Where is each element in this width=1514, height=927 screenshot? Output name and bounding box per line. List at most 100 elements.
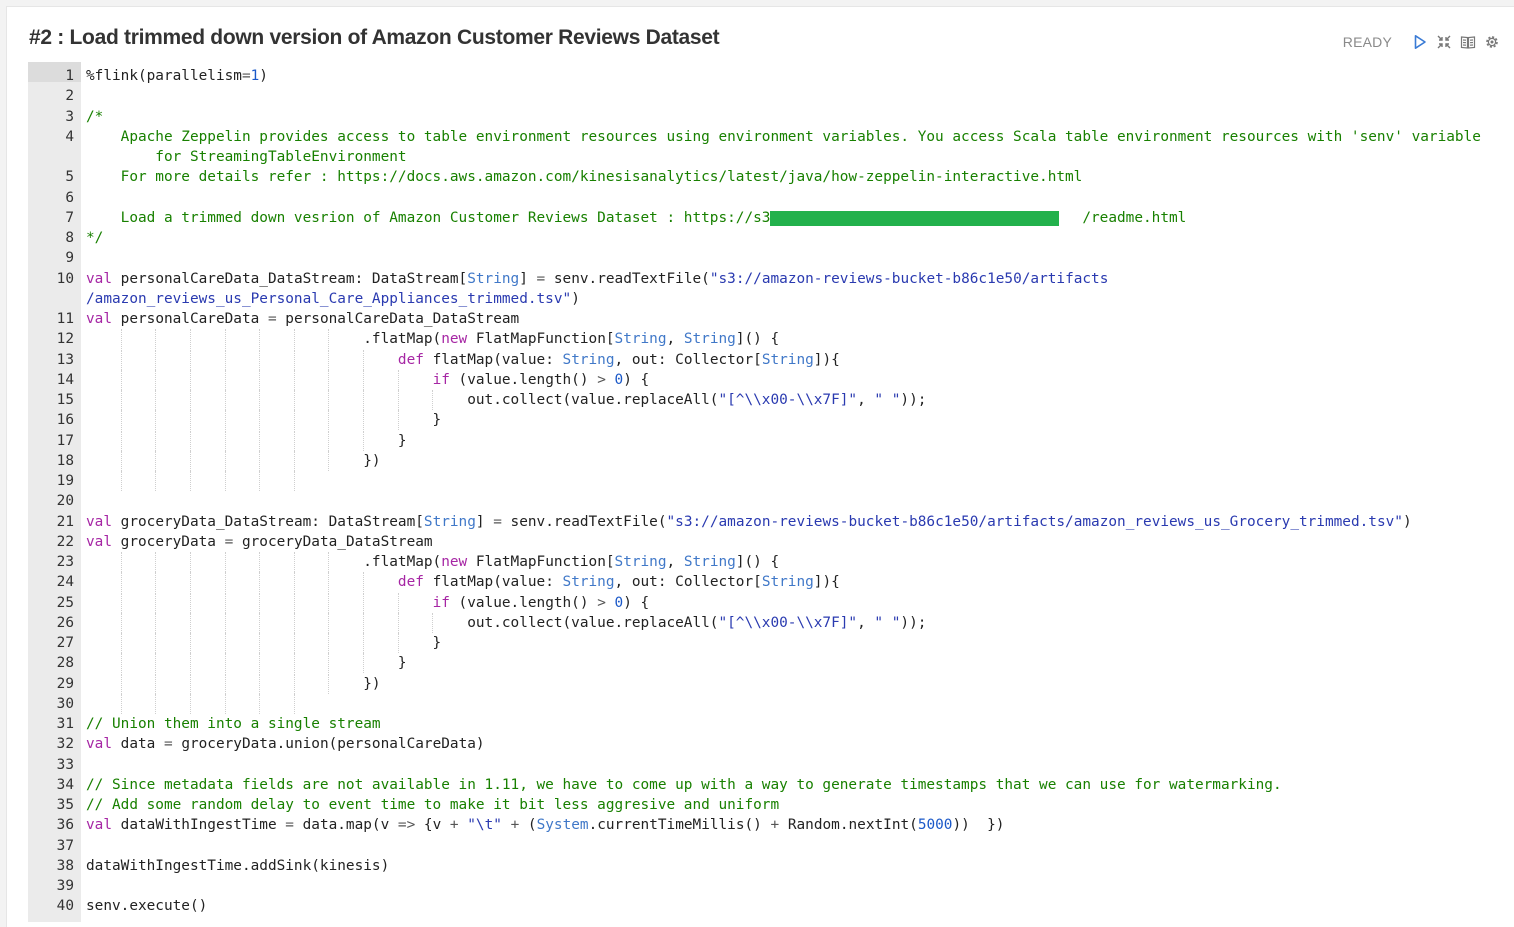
- code-text: if (value.length() > 0) {: [86, 593, 650, 613]
- code-token: "s3://amazon-reviews-bucket-b86c1e50/art…: [666, 513, 1403, 530]
- code-token: "[^\\x00-\\x7F]": [718, 392, 858, 408]
- code-text: }): [86, 674, 380, 694]
- line-number: 30: [56, 695, 74, 712]
- code-token: =: [536, 270, 546, 287]
- code-line[interactable]: 28 }: [28, 653, 1511, 674]
- code-line[interactable]: 31 // Union them into a single stream: [28, 714, 1511, 734]
- code-line[interactable]: 26 out.collect(value.replaceAll("[^\\x00…: [28, 612, 1511, 633]
- code-token: groceryData: [112, 533, 225, 550]
- code-line[interactable]: 12 .flatMap(new FlatMapFunction[String, …: [28, 329, 1511, 350]
- indent-guide: [189, 390, 191, 410]
- indent-guide: [293, 693, 295, 714]
- code-line[interactable]: 10 val personalCareData_DataStream: DataS…: [28, 269, 1511, 310]
- code-line[interactable]: 2: [28, 86, 1511, 106]
- indent-guide: [189, 612, 191, 633]
- code-line[interactable]: 4 Apache Zeppelin provides access to tab…: [28, 127, 1511, 168]
- indent-guide: [363, 592, 365, 613]
- code-line[interactable]: 38 dataWithIngestTime.addSink(kinesis): [28, 856, 1511, 876]
- code-line[interactable]: 13 def flatMap(value: String, out: Colle…: [28, 349, 1511, 370]
- code-token: flatMap(value:: [423, 574, 563, 591]
- code-text: Apache Zeppelin provides access to table…: [86, 127, 1481, 167]
- code-editor[interactable]: 1 %flink(parallelism=1) 2 3/* 4 Apache Zeppe…: [28, 62, 1511, 922]
- code-line[interactable]: 27 }: [28, 633, 1511, 653]
- code-text: def flatMap(value: String, out: Collecto…: [86, 350, 840, 370]
- indent-guide: [432, 612, 434, 633]
- code-text: }): [86, 451, 380, 471]
- code-line[interactable]: 39: [28, 876, 1511, 896]
- code-text: out.collect(value.replaceAll("[^\\x00-\\…: [86, 613, 926, 633]
- paragraph-title[interactable]: #2 : Load trimmed down version of Amazon…: [29, 26, 720, 50]
- code-token: def: [397, 574, 424, 591]
- code-token: dataWithIngestTime: [112, 817, 286, 834]
- gear-icon[interactable]: [1484, 34, 1500, 50]
- code-token: ]() {: [735, 554, 780, 570]
- code-token: data: [112, 736, 164, 753]
- code-token: ) {: [623, 594, 650, 611]
- code-token: " ": [874, 614, 901, 631]
- code-line[interactable]: 9: [28, 248, 1511, 268]
- indent-guide: [328, 430, 330, 451]
- code-line[interactable]: 34 // Since metadata fields are not avail…: [28, 775, 1511, 795]
- indent-guide: [293, 450, 295, 471]
- code-token: ]() {: [735, 331, 780, 348]
- code-token: ,: [666, 331, 684, 348]
- indent-guide: [189, 552, 191, 572]
- code-line[interactable]: 35 // Add some random delay to event time…: [28, 795, 1511, 815]
- line-number: 36: [56, 817, 74, 834]
- code-line[interactable]: 24 def flatMap(value: String, out: Colle…: [28, 572, 1511, 593]
- code-token: )) }): [952, 817, 1005, 834]
- code-line[interactable]: 18 }): [28, 450, 1511, 471]
- code-token: (value.length(): [449, 594, 598, 611]
- indent-guide: [259, 349, 261, 370]
- code-line[interactable]: 11 val personalCareData = personalCareDat…: [28, 309, 1511, 329]
- code-line[interactable]: 32 val data = groceryData.union(personalC…: [28, 734, 1511, 754]
- book-icon[interactable]: [1460, 34, 1476, 50]
- code-line[interactable]: 36 val dataWithIngestTime = data.map(v =>…: [28, 815, 1511, 835]
- indent-guide: [259, 673, 261, 694]
- code-token: new: [441, 554, 468, 570]
- code-line[interactable]: 16 }: [28, 410, 1511, 431]
- code-line[interactable]: 17 }: [28, 430, 1511, 451]
- run-icon[interactable]: [1412, 34, 1428, 50]
- code-line[interactable]: 14 if (value.length() > 0) {: [28, 369, 1511, 390]
- code-line[interactable]: 37: [28, 836, 1511, 856]
- code-line[interactable]: 25 if (value.length() > 0) {: [28, 592, 1511, 613]
- code-token: data.map(v: [293, 817, 398, 834]
- code-line[interactable]: 40 senv.execute(): [28, 896, 1511, 916]
- code-token: .flatMap(: [86, 554, 442, 570]
- code-token: 1: [250, 68, 260, 84]
- code-line[interactable]: 1 %flink(parallelism=1): [28, 66, 1511, 86]
- code-line[interactable]: 21 val groceryData_DataStream: DataStream…: [28, 512, 1511, 532]
- indent-guide: [224, 572, 226, 593]
- line-number: 16: [56, 412, 74, 429]
- code-line[interactable]: 33: [28, 755, 1511, 775]
- code-line[interactable]: 23 .flatMap(new FlatMapFunction[String, …: [28, 552, 1511, 572]
- code-text: }: [86, 431, 407, 451]
- code-line[interactable]: 15 out.collect(value.replaceAll("[^\\x00…: [28, 390, 1511, 410]
- collapse-icon[interactable]: [1436, 34, 1452, 50]
- code-line[interactable]: 19: [28, 471, 1511, 491]
- indent-guide: [155, 633, 157, 653]
- code-token: .currentTimeMillis(): [588, 817, 771, 834]
- code-line[interactable]: 20: [28, 491, 1511, 511]
- indent-guide: [328, 673, 330, 694]
- code-line[interactable]: 8 */: [28, 228, 1511, 248]
- code-line[interactable]: 5 For more details refer : https://docs.…: [28, 167, 1511, 187]
- indent-guide: [224, 349, 226, 370]
- indent-guide: [120, 592, 122, 613]
- code-text: // Since metadata fields are not availab…: [86, 775, 1282, 795]
- code-line[interactable]: 6: [28, 188, 1511, 208]
- code-line[interactable]: 7 Load a trimmed down vesrion of Amazon …: [28, 208, 1511, 228]
- code-line[interactable]: 29 }): [28, 673, 1511, 694]
- indent-guide: [259, 552, 261, 572]
- code-line[interactable]: 3 /*: [28, 107, 1511, 127]
- code-line[interactable]: 30: [28, 693, 1511, 714]
- code-token: val: [86, 817, 112, 834]
- code-token: "s3://amazon-reviews-bucket-b86c1e50/art…: [709, 270, 1109, 287]
- indent-guide: [155, 673, 157, 694]
- indent-guide: [155, 592, 157, 613]
- code-line[interactable]: 22 val groceryData = groceryData_DataStre…: [28, 532, 1511, 552]
- indent-guide: [155, 471, 157, 491]
